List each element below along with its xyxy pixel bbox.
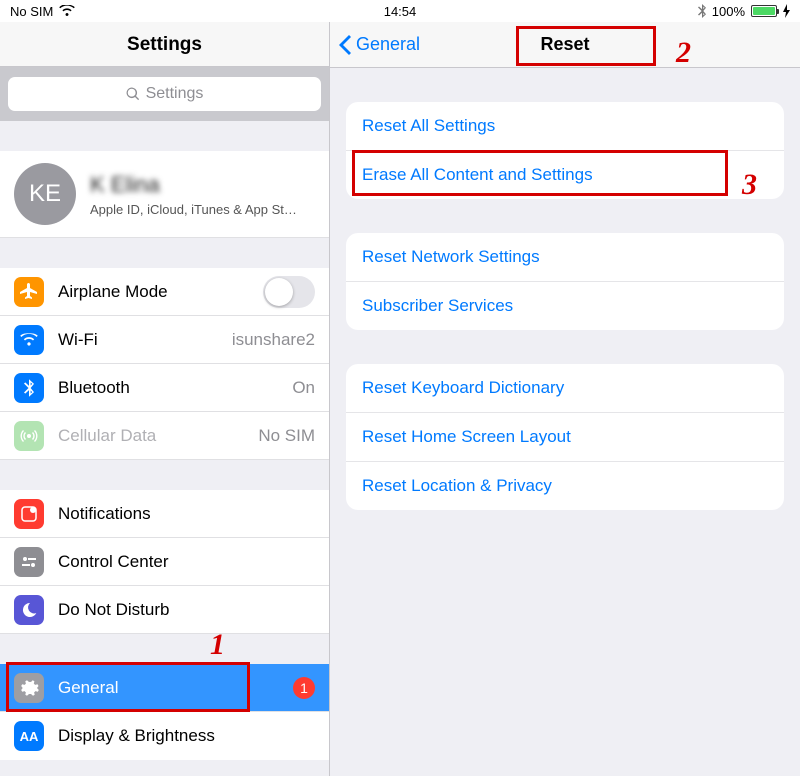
wifi-icon: [59, 5, 75, 17]
reset-home-screen[interactable]: Reset Home Screen Layout: [346, 413, 784, 462]
reset-all-settings[interactable]: Reset All Settings: [346, 102, 784, 151]
label: Display & Brightness: [58, 726, 315, 746]
row-control-center[interactable]: Control Center: [0, 538, 329, 586]
charging-icon: [783, 4, 790, 18]
cellular-icon: [14, 421, 44, 451]
chevron-left-icon: [338, 35, 352, 55]
reset-section-3: Reset Keyboard Dictionary Reset Home Scr…: [346, 364, 784, 510]
status-bar: No SIM 14:54 100%: [0, 0, 800, 22]
row-dnd[interactable]: Do Not Disturb: [0, 586, 329, 634]
cell-detail: No SIM: [258, 426, 315, 446]
detail-pane: General Reset Reset All Settings Erase A…: [330, 22, 800, 776]
label: Do Not Disturb: [58, 600, 315, 620]
reset-keyboard[interactable]: Reset Keyboard Dictionary: [346, 364, 784, 413]
nav-bar: General Reset: [330, 22, 800, 68]
account-sub: Apple ID, iCloud, iTunes & App St…: [90, 202, 297, 217]
carrier-text: No SIM: [10, 4, 53, 19]
reset-section-2: Reset Network Settings Subscriber Servic…: [346, 233, 784, 330]
notifications-icon: [14, 499, 44, 529]
clock: 14:54: [384, 4, 417, 19]
battery-pct: 100%: [712, 4, 745, 19]
wifi-icon: [14, 325, 44, 355]
avatar: KE: [14, 163, 76, 225]
search-input[interactable]: Settings: [8, 77, 321, 111]
row-wifi[interactable]: Wi-Fi isunshare2: [0, 316, 329, 364]
label: Airplane Mode: [58, 282, 263, 302]
row-bluetooth[interactable]: Bluetooth On: [0, 364, 329, 412]
search-icon: [126, 87, 140, 101]
gear-icon: [14, 673, 44, 703]
label: Wi-Fi: [58, 330, 232, 350]
airplane-icon: [14, 277, 44, 307]
bluetooth-icon: [14, 373, 44, 403]
airplane-toggle[interactable]: [263, 276, 315, 308]
bt-detail: On: [292, 378, 315, 398]
row-display[interactable]: AA Display & Brightness: [0, 712, 329, 760]
battery-icon: [751, 5, 777, 17]
badge-count: 1: [293, 677, 315, 699]
row-notifications[interactable]: Notifications: [0, 490, 329, 538]
reset-location-privacy[interactable]: Reset Location & Privacy: [346, 462, 784, 510]
account-name: K Elina: [90, 172, 297, 198]
label: Notifications: [58, 504, 315, 524]
back-button[interactable]: General: [330, 34, 420, 55]
erase-all-content[interactable]: Erase All Content and Settings: [346, 151, 784, 199]
display-icon: AA: [14, 721, 44, 751]
row-airplane-mode[interactable]: Airplane Mode: [0, 268, 329, 316]
label: Bluetooth: [58, 378, 292, 398]
back-label: General: [356, 34, 420, 55]
subscriber-services[interactable]: Subscriber Services: [346, 282, 784, 330]
label: General: [58, 678, 293, 698]
control-center-icon: [14, 547, 44, 577]
page-title: Reset: [540, 34, 589, 55]
bluetooth-icon: [698, 4, 706, 18]
reset-network[interactable]: Reset Network Settings: [346, 233, 784, 282]
label: Cellular Data: [58, 426, 258, 446]
row-cellular: Cellular Data No SIM: [0, 412, 329, 460]
row-general[interactable]: General 1: [0, 664, 329, 712]
label: Control Center: [58, 552, 315, 572]
sidebar-title: Settings: [0, 22, 329, 67]
search-placeholder: Settings: [146, 85, 204, 103]
dnd-icon: [14, 595, 44, 625]
reset-section-1: Reset All Settings Erase All Content and…: [346, 102, 784, 199]
wifi-detail: isunshare2: [232, 330, 315, 350]
settings-sidebar: Settings Settings KE K Elina Apple ID, i…: [0, 22, 330, 776]
apple-id-row[interactable]: KE K Elina Apple ID, iCloud, iTunes & Ap…: [0, 151, 329, 238]
